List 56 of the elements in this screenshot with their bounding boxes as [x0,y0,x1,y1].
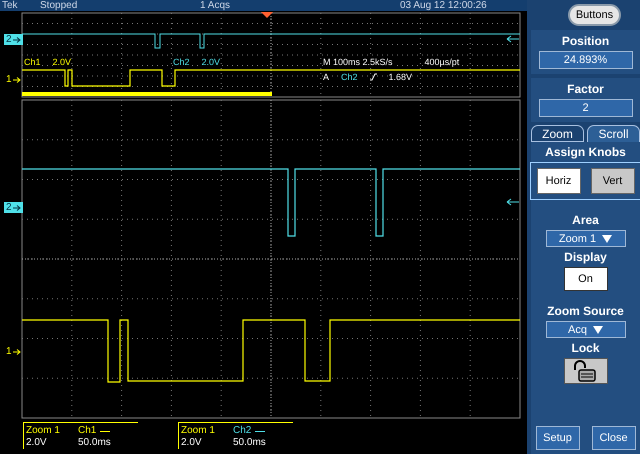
dropdown-arrow-icon [592,326,603,334]
lock-button[interactable] [564,358,608,384]
channel-label: Ch2 [173,57,190,67]
right-arrow-icon [12,36,21,42]
assign-knobs-label: Assign Knobs [545,145,626,159]
trigger-channel: Ch2 [341,72,358,82]
rising-edge-icon [370,73,377,81]
right-arrow-icon [12,76,21,82]
channel-marker: 1 [4,74,23,85]
toggle-button[interactable]: Vert [590,168,634,194]
channel-label: Ch1 [78,425,96,437]
vertical-scale: 2.0V [181,437,203,449]
timebase-readout: M 100ms 2.5kS/s [323,57,393,67]
panel-button[interactable]: Setup [536,426,580,450]
channel-label: Ch2 [233,425,252,437]
channel-marker: 1 [4,346,23,357]
vertical-scale: 2.0V [26,437,48,449]
panel-button[interactable]: Close [592,426,636,450]
time-scale: 50.0ms [78,437,111,449]
tab[interactable]: Zoom [531,125,584,142]
left-arrow-icon [506,198,520,206]
zoom-source-dropdown[interactable]: Acq [546,321,626,338]
toggle-button[interactable]: Horiz [536,168,580,194]
trace-line-icon [100,430,110,432]
position-label: Position [562,34,610,48]
zoom-source-label: Zoom Source [547,304,624,318]
tab[interactable]: Scroll [587,125,640,142]
acquisition-state: Stopped [40,0,78,11]
right-arrow-icon [12,348,21,354]
display-label: Display [564,250,607,264]
lock-label: Lock [571,341,600,355]
channel-label: Ch1 [24,57,41,67]
trigger-source: A [323,72,330,82]
time-scale: 50.0ms [233,437,266,449]
zoom-title: Zoom 1 [26,425,61,437]
trace-line-icon [255,430,266,432]
zoom-title: Zoom 1 [181,425,216,437]
area-dropdown[interactable]: Zoom 1 [546,230,626,247]
channel-marker: 2 [4,34,23,45]
trigger-level: 1.68V [388,72,412,82]
resolution-readout: 400µs/pt [424,57,460,67]
dropdown-arrow-icon [602,234,612,242]
right-arrow-icon [12,204,21,210]
buttons-button[interactable]: Buttons [568,4,622,26]
position-field[interactable]: 24.893% [538,51,632,69]
area-label: Area [572,213,599,227]
acquisition-count: 1 Acqs [200,0,232,11]
channel-marker: 2 [4,202,23,213]
brand-label: Tek [2,0,19,11]
display-button[interactable]: On [564,267,608,291]
date-time: 03 Aug 12 12:00:26 [400,0,487,11]
factor-label: Factor [567,82,604,96]
channel-scale: 2.0V [202,57,220,67]
factor-field[interactable]: 2 [538,99,632,117]
channel-scale: 2.0V [52,57,72,67]
left-arrow-icon [506,36,520,42]
